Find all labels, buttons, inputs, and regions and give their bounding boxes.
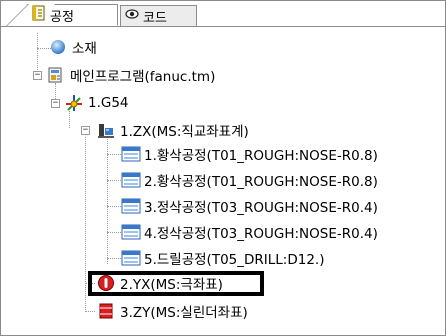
coordinate-axes-icon (65, 94, 83, 112)
operation-icon (121, 249, 141, 267)
tree-connector (107, 232, 121, 233)
tab-process-label: 공정 (50, 9, 74, 25)
collapse-toggle-coordinate[interactable]: − (51, 99, 60, 108)
operation-icon (121, 145, 141, 163)
tree-item-operation[interactable]: 4.정삭공정(T03_ROUGH:NOSE-R0.4) (121, 222, 378, 242)
tree-item-operation[interactable]: 5.드릴공정(T05_DRILL:D12.) (121, 248, 324, 268)
tab-code-label: 코드 (143, 10, 167, 26)
tree-item-label: 메인프로그램(fanuc.tm) (70, 69, 216, 85)
tree-item-label: 1.G54 (88, 95, 129, 111)
tree-connector (37, 33, 38, 48)
sphere-icon (49, 38, 67, 56)
tab-code[interactable]: 코드 (120, 5, 197, 26)
eye-icon (125, 8, 139, 24)
operation-icon (121, 223, 141, 241)
process-tree: − − − 소재 메인프로그램(fanuc.tm) 1.G54 1.ZX(MS:… (1, 27, 445, 335)
tree-item-coordinate[interactable]: 1.G54 (65, 93, 129, 113)
tab-strip: 공정 코드 (1, 1, 445, 27)
tree-item-operation[interactable]: 3.정삭공정(T03_ROUGH:NOSE-R0.4) (121, 196, 378, 216)
tree-item-label: 5.드릴공정(T05_DRILL:D12.) (144, 252, 325, 268)
tree-item-label: 소재 (72, 41, 97, 57)
tree-connector (107, 180, 121, 181)
tree-item-label: 3.정삭공정(T03_ROUGH:NOSE-R0.4) (144, 200, 378, 216)
process-panel: 공정 코드 − − − 소재 메인프로그램(fanuc.tm) 1.G54 1.… (0, 0, 446, 336)
tree-item-operation[interactable]: 1.황삭공정(T01_ROUGH:NOSE-R0.8) (121, 144, 378, 164)
tree-connector (107, 137, 108, 264)
tree-item-label: 4.정삭공정(T03_ROUGH:NOSE-R0.4) (144, 226, 378, 242)
tree-item-label: 1.ZX(MS:직교좌표계) (120, 124, 249, 140)
operation-icon (121, 197, 141, 215)
tree-item-label: 2.황삭공정(T01_ROUGH:NOSE-R0.8) (144, 174, 378, 190)
selection-highlight (88, 271, 264, 296)
tree-connector (107, 206, 121, 207)
tree-item-zx[interactable]: 1.ZX(MS:직교좌표계) (97, 120, 249, 140)
tree-item-label: 3.ZY(MS:실린더좌표) (120, 305, 248, 321)
tree-item-main-program[interactable]: 메인프로그램(fanuc.tm) (47, 65, 215, 85)
collapse-toggle-zx[interactable]: − (81, 126, 90, 135)
tree-item-label: 1.황삭공정(T01_ROUGH:NOSE-R0.8) (144, 148, 378, 164)
tree-connector (107, 258, 121, 259)
tree-connector (85, 311, 95, 312)
cylinder-icon (97, 302, 115, 320)
tree-connector (107, 154, 121, 155)
operation-icon (121, 171, 141, 189)
program-icon (47, 66, 65, 84)
tree-connector (85, 137, 86, 312)
tree-item-zy[interactable]: 3.ZY(MS:실린더좌표) (97, 301, 248, 321)
tree-connector (69, 111, 70, 128)
collapse-toggle-main-program[interactable]: − (33, 71, 42, 80)
tree-item-material[interactable]: 소재 (49, 37, 97, 57)
tree-item-operation[interactable]: 2.황삭공정(T01_ROUGH:NOSE-R0.8) (121, 170, 378, 190)
tab-process[interactable]: 공정 (27, 4, 118, 26)
machine-icon (97, 121, 115, 139)
document-icon (32, 5, 46, 25)
